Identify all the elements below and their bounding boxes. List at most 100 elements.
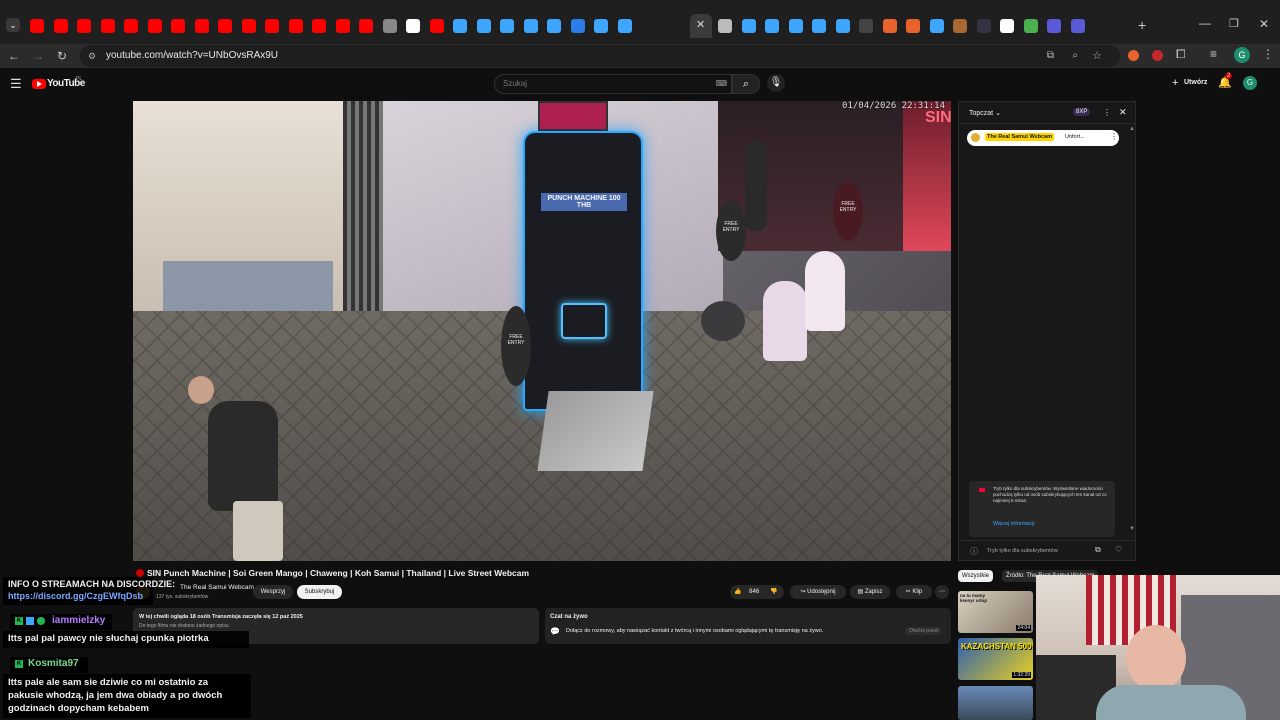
tab-favicon[interactable] bbox=[476, 19, 491, 33]
tab-favicon[interactable] bbox=[406, 19, 420, 33]
tab-favicon[interactable] bbox=[171, 19, 185, 33]
heart-icon[interactable]: ♡ bbox=[1115, 545, 1122, 554]
tab-favicon[interactable] bbox=[617, 19, 632, 33]
tab-favicon[interactable] bbox=[718, 19, 732, 33]
tab-favicon[interactable] bbox=[859, 19, 873, 33]
account-avatar[interactable]: G bbox=[1243, 76, 1257, 90]
tab-favicon[interactable] bbox=[929, 19, 944, 33]
tab-favicon[interactable] bbox=[53, 19, 68, 33]
more-actions-icon[interactable]: ⋯ bbox=[935, 585, 949, 599]
tab-favicon[interactable] bbox=[312, 19, 326, 33]
save-button[interactable]: ▤ Zapisz bbox=[850, 585, 890, 599]
media-control-icon[interactable]: ≡ bbox=[1210, 47, 1217, 61]
tab-search-button[interactable]: ⌄ bbox=[6, 18, 20, 32]
dislike-icon[interactable]: 👎 bbox=[770, 585, 777, 599]
chat-scrollbar[interactable]: ▲ ▼ bbox=[1129, 126, 1135, 532]
like-icon[interactable]: 👍 bbox=[734, 589, 741, 595]
forward-icon[interactable]: → bbox=[30, 48, 46, 64]
tab-favicon[interactable] bbox=[124, 19, 138, 33]
chip-all[interactable]: Wszystkie bbox=[958, 570, 993, 582]
search-button[interactable]: ⌕ bbox=[732, 74, 760, 94]
tab-favicon[interactable] bbox=[241, 19, 256, 33]
tab-favicon[interactable] bbox=[765, 19, 779, 33]
minimize-window-icon[interactable]: — bbox=[1199, 16, 1211, 30]
tab-favicon[interactable] bbox=[741, 19, 756, 33]
install-app-icon[interactable]: ⧉ bbox=[1047, 45, 1054, 67]
browser-menu-icon[interactable]: ⋮ bbox=[1262, 47, 1274, 61]
tab-favicon[interactable] bbox=[194, 19, 209, 33]
tab-favicon[interactable] bbox=[882, 19, 897, 33]
chat-mode-dropdown[interactable]: Topczat ⌄ bbox=[969, 109, 1001, 117]
discord-link[interactable]: https://discord.gg/CzgEWfqDsb bbox=[8, 591, 143, 601]
pinned-message[interactable]: The Real Samui Webcam Unfort... ⋮ bbox=[967, 130, 1119, 146]
tab-favicon[interactable] bbox=[453, 19, 467, 33]
tab-favicon[interactable] bbox=[382, 19, 397, 33]
tab-favicon[interactable] bbox=[147, 19, 162, 33]
related-thumbnail-1[interactable]: na tu mamy ksenyr urlop 24:04 bbox=[958, 591, 1033, 633]
close-window-icon[interactable]: ✕ bbox=[1259, 17, 1269, 31]
tab-favicon[interactable] bbox=[547, 19, 561, 33]
tab-favicon[interactable] bbox=[1047, 19, 1061, 33]
restore-window-icon[interactable]: ❐ bbox=[1229, 17, 1239, 30]
search-input[interactable]: Szukaj ⌨ bbox=[494, 74, 732, 94]
channel-name[interactable]: The Real Samui Webcam bbox=[180, 584, 254, 591]
tab-favicon[interactable] bbox=[976, 19, 991, 33]
tab-favicon[interactable] bbox=[906, 19, 920, 33]
points-badge[interactable]: 8XP bbox=[1073, 108, 1091, 116]
related-thumbnail-3[interactable] bbox=[958, 686, 1033, 720]
related-thumbnail-2[interactable]: KAZACHSTAN 500% 1:32:39 bbox=[958, 638, 1033, 680]
zoom-icon[interactable]: ⌕ bbox=[1072, 45, 1078, 67]
video-player[interactable]: SIN PUNCH MACHINE 100 THB FREE ENTRY FRE… bbox=[133, 101, 951, 561]
support-button[interactable]: Wesprzyj bbox=[253, 585, 293, 599]
tab-favicon[interactable] bbox=[359, 19, 373, 33]
info-icon: ⓘ bbox=[970, 547, 978, 556]
pinned-menu-icon[interactable]: ⋮ bbox=[1110, 132, 1118, 141]
create-button[interactable]: Utwórz bbox=[1184, 79, 1207, 86]
reload-icon[interactable]: ↻ bbox=[54, 48, 70, 64]
tab-favicon[interactable] bbox=[1070, 19, 1085, 33]
tab-favicon[interactable] bbox=[1023, 19, 1038, 33]
tab-favicon[interactable] bbox=[594, 19, 608, 33]
clip-button[interactable]: ✂ Klip bbox=[896, 585, 932, 599]
more-info-link[interactable]: Więcej informacji bbox=[993, 521, 1035, 527]
tab-favicon[interactable] bbox=[812, 19, 826, 33]
extension-icon[interactable] bbox=[1128, 50, 1139, 61]
tab-favicon[interactable] bbox=[500, 19, 514, 33]
tab-favicon[interactable] bbox=[218, 19, 232, 33]
close-tab-icon[interactable]: ✕ bbox=[696, 18, 705, 31]
extensions-puzzle-icon[interactable]: ⧠ bbox=[1176, 47, 1186, 62]
active-tab[interactable]: ✕ bbox=[690, 14, 712, 38]
new-tab-button[interactable]: + bbox=[1138, 17, 1146, 33]
back-icon[interactable]: ← bbox=[6, 48, 22, 64]
subscribe-button[interactable]: Subskrybuj bbox=[297, 585, 342, 599]
youtube-logo-icon[interactable] bbox=[32, 79, 46, 89]
tab-favicon[interactable] bbox=[788, 19, 803, 33]
bookmark-star-icon[interactable]: ☆ bbox=[1092, 45, 1102, 67]
close-chat-icon[interactable]: ✕ bbox=[1119, 107, 1127, 118]
create-plus-icon[interactable]: + bbox=[1172, 77, 1178, 89]
tab-favicon[interactable] bbox=[523, 19, 538, 33]
extension-blocker-icon[interactable] bbox=[1152, 50, 1163, 61]
tab-favicon[interactable] bbox=[100, 19, 115, 33]
share-button[interactable]: ↪ Udostępnij bbox=[790, 585, 846, 599]
open-panel-button[interactable]: Otwórz panel bbox=[905, 627, 943, 635]
hamburger-menu-icon[interactable]: ☰ bbox=[10, 76, 22, 92]
address-bar[interactable]: ⚙ youtube.com/watch?v=UNbOvsRAx9U ⧉ ⌕ ☆ bbox=[80, 45, 1120, 67]
tab-favicon[interactable] bbox=[335, 19, 350, 33]
site-info-icon[interactable]: ⚙ bbox=[88, 45, 96, 67]
tab-favicon[interactable] bbox=[265, 19, 279, 33]
chat-viewer-icon[interactable]: ⧉ bbox=[1095, 545, 1101, 555]
voice-search-icon[interactable]: 🎙 bbox=[767, 74, 785, 92]
like-count[interactable]: 846 bbox=[749, 589, 759, 595]
profile-avatar[interactable]: G bbox=[1234, 47, 1250, 63]
tab-favicon[interactable] bbox=[570, 19, 585, 33]
tab-favicon[interactable] bbox=[835, 19, 850, 33]
tab-favicon[interactable] bbox=[288, 19, 303, 33]
chat-options-icon[interactable]: ⋮ bbox=[1103, 108, 1111, 117]
tab-favicon[interactable] bbox=[953, 19, 967, 33]
tab-favicon[interactable] bbox=[1000, 19, 1014, 33]
tab-favicon[interactable] bbox=[429, 19, 444, 33]
tab-favicon[interactable] bbox=[77, 19, 91, 33]
tab-favicon[interactable] bbox=[30, 19, 44, 33]
keyboard-icon[interactable]: ⌨ bbox=[715, 75, 727, 93]
